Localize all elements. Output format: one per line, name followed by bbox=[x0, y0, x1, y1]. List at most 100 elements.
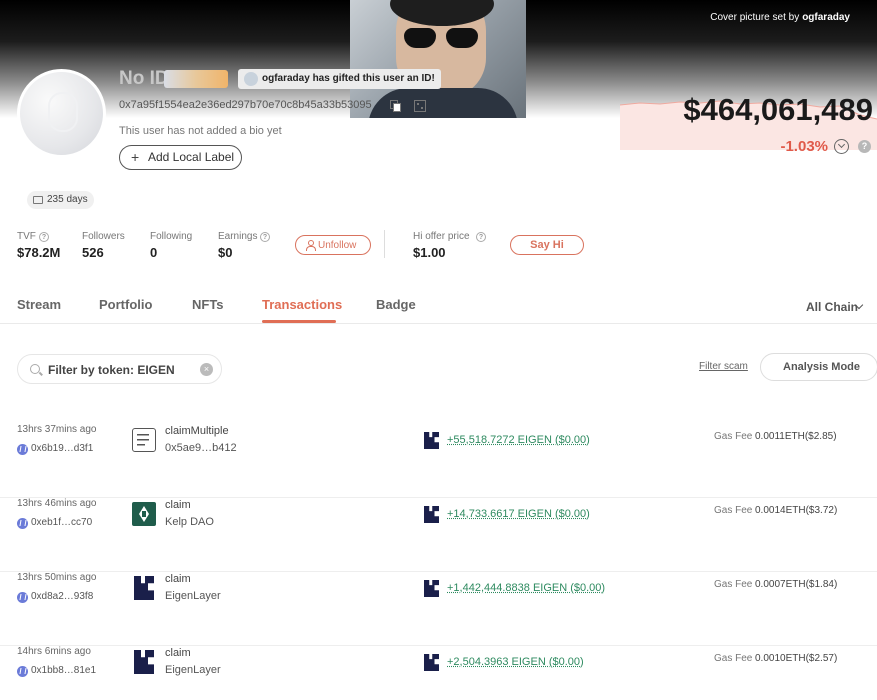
tx-target[interactable]: EigenLayer bbox=[165, 590, 221, 602]
calendar-icon bbox=[33, 196, 43, 204]
clear-icon[interactable]: × bbox=[200, 363, 213, 376]
gas-fee-label: Gas Fee bbox=[714, 579, 753, 590]
cover-credit: Cover picture set by ogfaraday bbox=[710, 12, 850, 23]
unfollow-text: Unfollow bbox=[318, 239, 357, 251]
say-hi-button[interactable]: Say Hi bbox=[510, 235, 584, 255]
tx-amount[interactable]: +14,733.6617 EIGEN ($0.00) bbox=[447, 508, 590, 520]
search-icon bbox=[30, 364, 40, 374]
tvf-value: $78.2M bbox=[17, 245, 61, 260]
gift-id-badge: ogfaraday has gifted this user an ID! bbox=[238, 69, 441, 89]
transaction-row: 14hrs 6mins ago 0x1bb8…81e1 claim EigenL… bbox=[0, 646, 877, 700]
eigen-token-icon bbox=[424, 432, 439, 449]
add-local-label-button[interactable]: + Add Local Label bbox=[119, 145, 242, 170]
tvf-label: TVF bbox=[17, 231, 36, 242]
tx-hash[interactable]: 0xd8a2…93f8 bbox=[31, 591, 93, 602]
wallet-address: 0x7a95f1554ea2e36ed297b70e70c8b45a33b530… bbox=[119, 99, 372, 111]
kelp-dao-icon bbox=[132, 502, 156, 526]
copy-icon[interactable] bbox=[389, 99, 401, 112]
plus-icon: + bbox=[131, 149, 140, 165]
account-age-badge: 235 days bbox=[27, 191, 94, 209]
following-label[interactable]: Following bbox=[150, 231, 192, 242]
help-icon[interactable]: ? bbox=[858, 140, 871, 153]
tab-stream[interactable]: Stream bbox=[17, 297, 61, 312]
ethereum-chain-icon bbox=[17, 444, 28, 455]
gas-fee-value: 0.0014ETH($3.72) bbox=[755, 505, 838, 516]
chain-filter-select[interactable]: All Chain bbox=[806, 300, 858, 314]
ethereum-chain-icon bbox=[17, 592, 28, 603]
gifter-avatar-icon bbox=[244, 72, 258, 86]
tx-time: 14hrs 6mins ago bbox=[17, 646, 91, 657]
tx-amount[interactable]: +2,504.3963 EIGEN ($0.00) bbox=[447, 656, 584, 668]
ethereum-chain-icon bbox=[17, 666, 28, 677]
divider bbox=[384, 230, 385, 258]
earnings-value: $0 bbox=[218, 245, 233, 260]
gas-fee-label: Gas Fee bbox=[714, 431, 753, 442]
tab-badge[interactable]: Badge bbox=[376, 297, 416, 312]
gas-fee-value: 0.0010ETH($2.57) bbox=[755, 653, 838, 664]
gas-fee-label: Gas Fee bbox=[714, 653, 753, 664]
tx-hash[interactable]: 0x1bb8…81e1 bbox=[31, 665, 96, 676]
tx-amount[interactable]: +1,442,444.8838 EIGEN ($0.00) bbox=[447, 582, 605, 594]
eigenlayer-icon bbox=[132, 576, 156, 600]
transaction-row: 13hrs 46mins ago 0xeb1f…cc70 claim Kelp … bbox=[0, 498, 877, 572]
earnings-help-icon[interactable]: ? bbox=[260, 232, 270, 242]
tx-method: claim bbox=[165, 499, 191, 511]
tx-amount[interactable]: +55,518.7272 EIGEN ($0.00) bbox=[447, 434, 590, 446]
tx-method: claim bbox=[165, 647, 191, 659]
person-icon bbox=[306, 240, 316, 251]
transaction-row: 13hrs 37mins ago 0x6b19…d3f1 claimMultip… bbox=[0, 424, 877, 498]
tvf-help-icon[interactable]: ? bbox=[39, 232, 49, 242]
net-worth-value: $464,061,489 bbox=[683, 92, 873, 127]
eigenlayer-icon bbox=[132, 650, 156, 674]
tx-target[interactable]: EigenLayer bbox=[165, 664, 221, 676]
ethereum-chain-icon bbox=[17, 518, 28, 529]
token-filter[interactable]: × bbox=[17, 354, 222, 384]
tx-hash[interactable]: 0xeb1f…cc70 bbox=[31, 517, 92, 528]
tx-method: claimMultiple bbox=[165, 425, 229, 437]
followers-value[interactable]: 526 bbox=[82, 245, 104, 260]
hi-offer-help-icon[interactable]: ? bbox=[476, 232, 486, 242]
net-worth-change: -1.03% bbox=[780, 138, 828, 155]
tx-method: claim bbox=[165, 573, 191, 585]
gas-fee-value: 0.0007ETH($1.84) bbox=[755, 579, 838, 590]
cover-credit-text: Cover picture set by bbox=[710, 12, 800, 23]
add-label-text: Add Local Label bbox=[148, 150, 235, 164]
analysis-mode-button[interactable]: Analysis Mode bbox=[760, 353, 877, 381]
cover-photo bbox=[350, 0, 526, 118]
profile-name: No ID bbox=[119, 68, 169, 89]
transaction-row: 13hrs 50mins ago 0xd8a2…93f8 claim Eigen… bbox=[0, 572, 877, 646]
tx-time: 13hrs 37mins ago bbox=[17, 424, 97, 435]
hi-offer-label: Hi offer price bbox=[413, 231, 470, 242]
tx-time: 13hrs 46mins ago bbox=[17, 498, 97, 509]
tab-transactions[interactable]: Transactions bbox=[262, 297, 342, 312]
tab-portfolio[interactable]: Portfolio bbox=[99, 297, 152, 312]
eigen-token-icon bbox=[424, 580, 439, 597]
gas-fee-value: 0.0011ETH($2.85) bbox=[755, 431, 837, 442]
hi-offer-value: $1.00 bbox=[413, 245, 446, 260]
avatar bbox=[17, 69, 106, 158]
gas-fee-label: Gas Fee bbox=[714, 505, 753, 516]
tab-nfts[interactable]: NFTs bbox=[192, 297, 224, 312]
tx-target[interactable]: 0x5ae9…b412 bbox=[165, 442, 237, 454]
filter-scam-link[interactable]: Filter scam bbox=[699, 361, 748, 372]
following-value[interactable]: 0 bbox=[150, 245, 157, 260]
tx-time: 13hrs 50mins ago bbox=[17, 572, 97, 583]
name-placeholder-bar bbox=[164, 70, 228, 88]
unfollow-button[interactable]: Unfollow bbox=[295, 235, 371, 255]
token-filter-input[interactable] bbox=[48, 361, 198, 378]
eigen-token-icon bbox=[424, 654, 439, 671]
tx-target[interactable]: Kelp DAO bbox=[165, 516, 214, 528]
earnings-label: Earnings bbox=[218, 231, 258, 242]
qr-code-icon[interactable] bbox=[413, 99, 426, 112]
account-age-text: 235 days bbox=[47, 194, 88, 205]
chevron-down-icon[interactable] bbox=[834, 139, 849, 154]
gift-badge-text: has gifted this user an ID! bbox=[312, 73, 435, 84]
tabs-divider bbox=[0, 323, 877, 324]
cover-credit-user[interactable]: ogfaraday bbox=[802, 12, 850, 23]
followers-label[interactable]: Followers bbox=[82, 231, 125, 242]
contract-icon bbox=[132, 428, 156, 452]
eigen-token-icon bbox=[424, 506, 439, 523]
gift-badge-user[interactable]: ogfaraday bbox=[262, 73, 310, 84]
tx-hash[interactable]: 0x6b19…d3f1 bbox=[31, 443, 93, 454]
bio-text: This user has not added a bio yet bbox=[119, 125, 282, 137]
